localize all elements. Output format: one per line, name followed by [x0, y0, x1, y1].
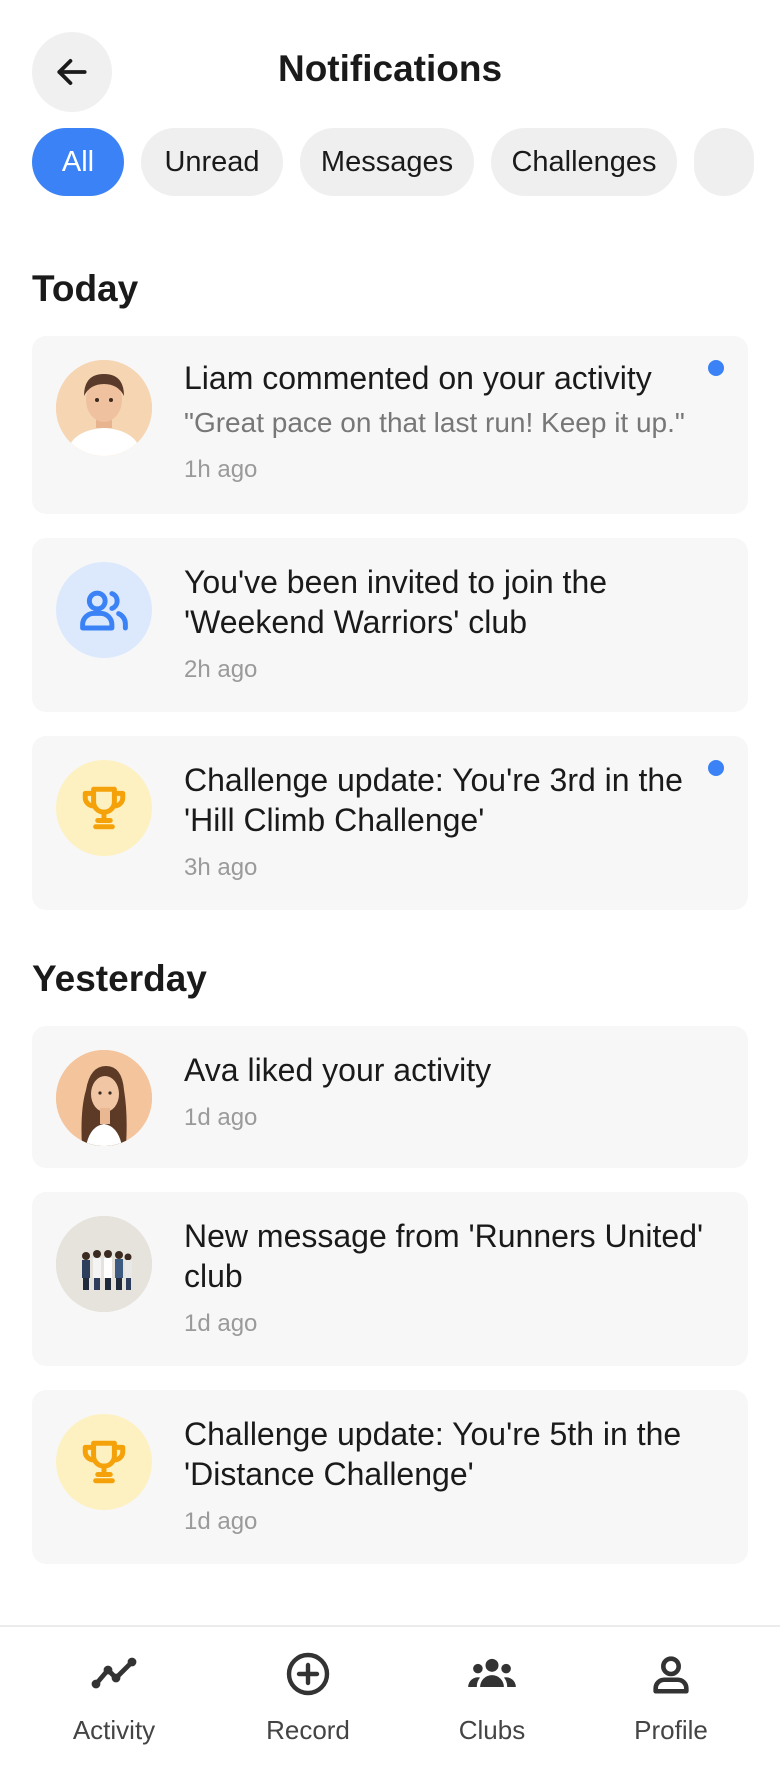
- notification-card[interactable]: Challenge update: You're 5th in the 'Dis…: [32, 1390, 748, 1564]
- notification-card[interactable]: New message from 'Runners United' club 1…: [32, 1192, 748, 1366]
- club-photo: [56, 1216, 152, 1312]
- nav-record[interactable]: Record: [218, 1647, 398, 1746]
- trophy-icon-circle: [56, 1414, 152, 1510]
- group-icon: [80, 590, 128, 631]
- trophy-icon-circle: [56, 760, 152, 856]
- nav-profile[interactable]: Profile: [581, 1647, 761, 1746]
- notification-message: New message from 'Runners United' club: [184, 1218, 704, 1294]
- trophy-icon: [82, 1440, 126, 1484]
- notification-content: New message from 'Runners United' club 1…: [184, 1216, 724, 1338]
- group-icon-circle: [56, 562, 152, 658]
- notification-time: 1h ago: [184, 456, 258, 483]
- notification-content: Liam commented on your activity "Great p…: [184, 358, 724, 484]
- trophy-icon: [82, 786, 126, 830]
- avatar-ava: [56, 1050, 152, 1146]
- filter-chips: All Unread Messages Challenges: [32, 128, 780, 196]
- notification-message: Liam commented on your activity: [184, 360, 652, 396]
- notification-quote: "Great pace on that last run! Keep it up…: [184, 407, 685, 438]
- page-title: Notifications: [277, 48, 503, 89]
- notification-card[interactable]: Challenge update: You're 3rd in the 'Hil…: [32, 736, 748, 910]
- notification-time: 2h ago: [184, 656, 258, 683]
- section-today: Today: [32, 268, 139, 309]
- top-bar: Notifications: [0, 0, 780, 120]
- notification-time: 3h ago: [184, 854, 258, 881]
- person-icon: [653, 1656, 689, 1694]
- nav-clubs-label: Clubs: [458, 1715, 526, 1745]
- add-circle-icon: [286, 1652, 330, 1696]
- chip-all[interactable]: All: [32, 128, 124, 196]
- notification-time: 1d ago: [184, 1310, 258, 1337]
- notification-content: Challenge update: You're 3rd in the 'Hil…: [184, 760, 724, 882]
- chip-unread[interactable]: Unread: [141, 128, 283, 196]
- notification-time: 1d ago: [184, 1508, 258, 1535]
- chip-challenges[interactable]: Challenges: [491, 128, 677, 196]
- nav-activity[interactable]: Activity: [24, 1647, 204, 1746]
- notification-card[interactable]: Liam commented on your activity "Great p…: [32, 336, 748, 514]
- notification-card[interactable]: You've been invited to join the 'Weekend…: [32, 538, 748, 712]
- notification-time: 1d ago: [184, 1104, 258, 1131]
- notification-content: Challenge update: You're 5th in the 'Dis…: [184, 1414, 724, 1536]
- chip-messages[interactable]: Messages: [300, 128, 474, 196]
- notification-content: You've been invited to join the 'Weekend…: [184, 562, 724, 684]
- notification-message: Ava liked your activity: [184, 1052, 492, 1088]
- notification-content: Ava liked your activity 1d ago: [184, 1050, 724, 1132]
- notification-message: You've been invited to join the 'Weekend…: [184, 564, 608, 640]
- group-icon: [468, 1658, 516, 1687]
- avatar-liam: [56, 360, 152, 456]
- activity-icon: [91, 1657, 137, 1689]
- chip-more[interactable]: [694, 128, 754, 196]
- nav-record-label: Record: [266, 1715, 350, 1745]
- bottom-navigation: Activity Record Clubs Profile: [0, 1625, 780, 1768]
- notification-message: Challenge update: You're 3rd in the 'Hil…: [184, 762, 683, 838]
- unread-dot: [708, 360, 724, 376]
- nav-clubs[interactable]: Clubs: [402, 1647, 582, 1746]
- nav-profile-label: Profile: [634, 1715, 708, 1745]
- unread-dot: [708, 760, 724, 776]
- nav-activity-label: Activity: [72, 1715, 156, 1745]
- notification-message: Challenge update: You're 5th in the 'Dis…: [184, 1416, 682, 1492]
- notification-card[interactable]: Ava liked your activity 1d ago: [32, 1026, 748, 1168]
- section-yesterday: Yesterday: [32, 958, 207, 999]
